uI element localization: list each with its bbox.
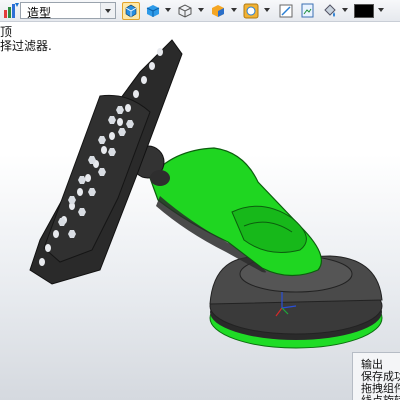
- chevron-down-icon[interactable]: [378, 8, 384, 12]
- chevron-down-icon[interactable]: [264, 8, 270, 12]
- image-sheet-icon[interactable]: [299, 2, 317, 20]
- chevron-down-icon[interactable]: [198, 8, 204, 12]
- plate-hole: [85, 174, 91, 182]
- 3d-viewport[interactable]: [0, 22, 400, 400]
- model-render: [29, 39, 383, 349]
- section-view-icon[interactable]: [277, 2, 295, 20]
- chevron-down-icon[interactable]: [165, 8, 171, 12]
- mode-select[interactable]: 造型: [20, 2, 116, 20]
- chevron-down-icon[interactable]: [231, 8, 237, 12]
- plate-hole: [157, 48, 163, 56]
- render-settings-icon[interactable]: [242, 2, 260, 20]
- chevron-down-icon[interactable]: [342, 8, 348, 12]
- plate-hole: [133, 90, 139, 98]
- paint-bucket-icon[interactable]: [321, 2, 339, 20]
- plate-hole: [125, 104, 131, 112]
- output-panel[interactable]: 输出 保存成功 拖拽组件 线点旋转: [352, 352, 400, 400]
- top-toolbar: 造型: [0, 0, 400, 22]
- wireframe-cube-icon[interactable]: [176, 2, 194, 20]
- plate-hole: [45, 244, 51, 252]
- green-arm: [149, 147, 322, 277]
- shaded-cube-icon[interactable]: [144, 2, 162, 20]
- color-swatch[interactable]: [354, 4, 374, 18]
- plate-hole: [109, 132, 115, 140]
- chevron-down-icon[interactable]: [100, 3, 115, 18]
- plate-hole: [149, 62, 155, 70]
- plate-hole: [101, 146, 107, 154]
- output-line: 线点旋转: [361, 392, 400, 400]
- plate-hole: [39, 258, 45, 266]
- display-cube-icon[interactable]: [209, 2, 227, 20]
- plate-hole: [117, 118, 123, 126]
- mode-select-value: 造型: [27, 6, 52, 20]
- bar-chart-icon[interactable]: [2, 2, 20, 20]
- view-orient-icon[interactable]: [122, 2, 140, 20]
- plate-hole: [53, 230, 59, 238]
- plate-hole: [77, 188, 83, 196]
- status-hint-line2: 择过滤器.: [0, 39, 52, 53]
- plate-hole: [141, 76, 147, 84]
